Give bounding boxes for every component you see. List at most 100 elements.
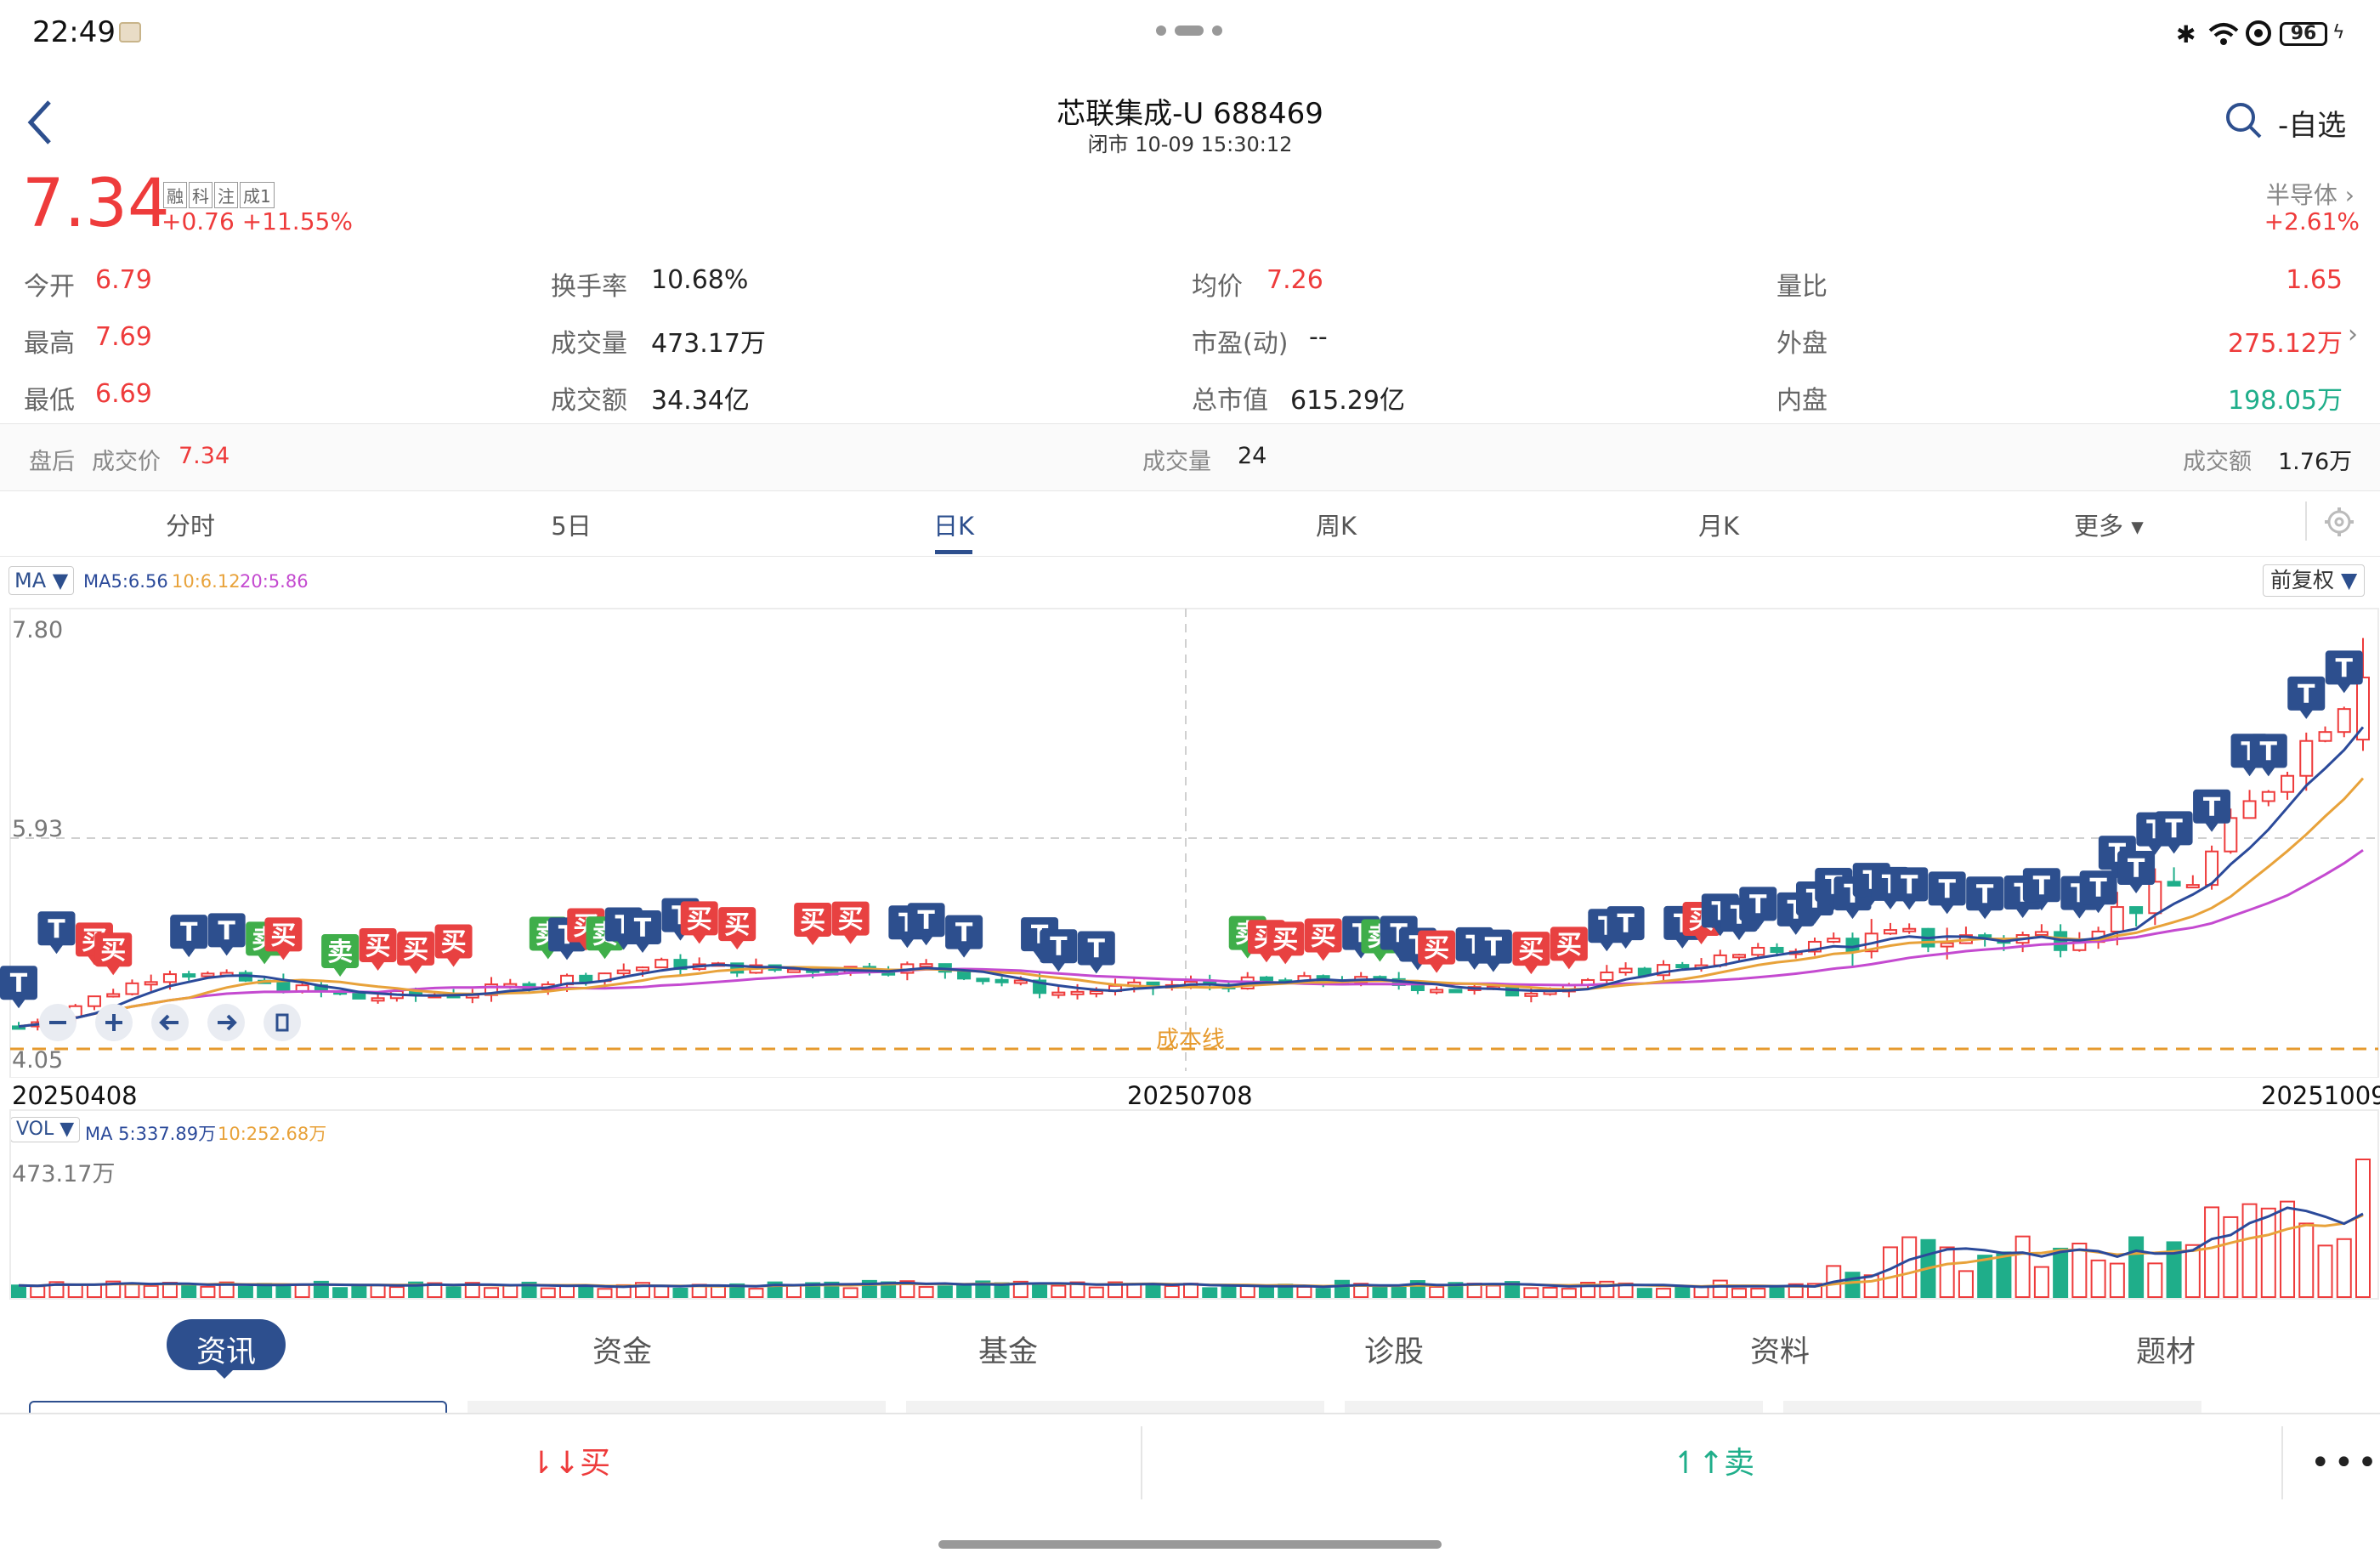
candle-body	[201, 972, 215, 978]
afterhours-amt: 1.76万	[2278, 449, 2353, 475]
buy-signal-label: 买	[1518, 935, 1544, 965]
subtab-card[interactable]	[468, 1401, 886, 1413]
t-signal-marker[interactable]: T	[2249, 734, 2287, 777]
volume-chart[interactable]: 473.17万	[0, 1108, 2380, 1302]
t-signal-marker[interactable]: T	[170, 915, 208, 958]
tab-monthly-k[interactable]: 月K	[1634, 507, 1804, 542]
volume-bar	[502, 1284, 518, 1298]
t-signal-marker[interactable]: T	[2287, 676, 2326, 719]
bluetooth-icon: ✱	[2176, 20, 2196, 48]
ma-selector[interactable]: MA ▼	[8, 566, 75, 595]
buy-signal-marker[interactable]: 买	[1550, 926, 1588, 970]
volume-bar	[540, 1287, 556, 1299]
volume-bar	[1485, 1284, 1501, 1298]
volume-bar	[1372, 1285, 1388, 1299]
candle-body	[352, 992, 366, 1000]
volume-bar	[143, 1284, 159, 1298]
buy-signal-marker[interactable]: 买	[718, 907, 756, 950]
candle-body	[2167, 881, 2181, 887]
buy-signal-marker[interactable]: 买	[831, 901, 870, 944]
t-signal-marker[interactable]: T	[1928, 871, 1966, 915]
buy-signal-marker[interactable]: 买	[1512, 932, 1550, 975]
subtab-card[interactable]	[906, 1401, 1324, 1413]
candle-body	[2261, 790, 2275, 802]
t-signal-marker[interactable]: T	[1077, 931, 1115, 974]
t-signal-marker[interactable]: T	[1966, 876, 2004, 920]
tab-diagnose[interactable]: 诊股	[1292, 1328, 1496, 1371]
tab-news[interactable]: 资讯	[124, 1328, 328, 1371]
t-signal-marker[interactable]: T	[1890, 867, 1929, 910]
tab-intraday[interactable]: 分时	[105, 507, 275, 542]
tab-fund[interactable]: 基金	[906, 1328, 1110, 1371]
buy-signal-marker[interactable]: 买	[94, 932, 133, 976]
buy-signal-marker[interactable]: 买	[1304, 918, 1342, 961]
adjust-selector[interactable]: 前复权 ▼	[2263, 564, 2366, 597]
buy-button[interactable]: ⇂↓买	[476, 1438, 663, 1482]
tab-5day[interactable]: 5日	[486, 507, 656, 542]
tab-profile[interactable]: 资料	[1678, 1328, 1882, 1371]
scroll-left-button[interactable]	[151, 1004, 189, 1041]
volume-bar	[2147, 1262, 2163, 1299]
search-icon[interactable]	[2224, 100, 2264, 141]
buy-signal-marker[interactable]: 买	[1418, 930, 1456, 973]
volume-bar	[1863, 1274, 1879, 1298]
sector-change: +2.61%	[2264, 207, 2360, 235]
zoom-in-button[interactable]	[95, 1004, 133, 1041]
tab-weekly-k[interactable]: 周K	[1251, 507, 1421, 542]
t-signal-label: T	[2165, 814, 2183, 844]
charging-icon: ϟ	[2332, 22, 2345, 43]
subtab-card[interactable]	[1783, 1401, 2202, 1413]
buy-signal-marker[interactable]: 买	[794, 902, 832, 945]
tab-theme[interactable]: 题材	[2064, 1328, 2268, 1371]
kline-chart[interactable]: 7.80 5.93 4.05 成本线 TT 买买T T 卖买卖买买买卖T买卖T T T买买…	[0, 602, 2380, 1078]
buy-signal-marker[interactable]: 买	[680, 901, 718, 944]
sector-link[interactable]: 半导体 ›	[2125, 177, 2354, 211]
candle-body	[976, 978, 990, 983]
volume-bar	[237, 1285, 253, 1298]
buy-signal-marker[interactable]: 买	[434, 924, 473, 967]
volume-bar	[842, 1287, 858, 1298]
t-signal-marker[interactable]: T	[623, 910, 661, 953]
fullscreen-button[interactable]	[264, 1004, 301, 1041]
subtab-card[interactable]	[29, 1401, 447, 1413]
buy-signal-marker[interactable]: 买	[397, 931, 435, 974]
sell-button[interactable]: ↿↑卖	[1620, 1438, 1807, 1482]
t-signal-marker[interactable]: T	[1040, 929, 1078, 972]
stat-label: 最低	[24, 386, 75, 416]
tab-daily-k[interactable]: 日K	[869, 507, 1039, 542]
back-icon[interactable]	[24, 97, 58, 148]
zoom-out-button[interactable]	[39, 1004, 76, 1041]
gear-icon[interactable]	[2324, 507, 2354, 537]
t-signal-marker[interactable]: T	[207, 913, 246, 956]
multitask-dots-icon[interactable]	[1156, 24, 1224, 37]
volume-bar	[1429, 1285, 1445, 1298]
t-signal-marker[interactable]: T	[2155, 811, 2193, 854]
watchlist-button[interactable]: -自选	[2278, 102, 2346, 144]
buy-signal-marker[interactable]: 买	[1266, 921, 1305, 965]
volume-bar	[2241, 1203, 2258, 1298]
ma5-value: MA5:6.56	[83, 571, 168, 592]
tab-funds[interactable]: 资金	[520, 1328, 724, 1371]
t-signal-label: T	[2336, 654, 2354, 683]
volume-bar	[388, 1286, 405, 1298]
stat-label: 市盈(动)	[1192, 329, 1289, 359]
t-signal-marker[interactable]: T	[1474, 929, 1512, 972]
scroll-right-button[interactable]	[207, 1004, 245, 1041]
divider	[2305, 502, 2307, 541]
buy-signal-marker[interactable]: 买	[359, 927, 397, 971]
t-signal-label: T	[1749, 890, 1767, 920]
t-signal-marker[interactable]: T	[37, 911, 76, 955]
chevron-right-icon[interactable]: ›	[2348, 320, 2358, 349]
stock-title: 芯联集成-U 688469	[1057, 97, 1323, 131]
more-options-icon[interactable]: •••	[2310, 1443, 2380, 1482]
t-signal-marker[interactable]: T	[945, 915, 983, 958]
volume-bar	[1844, 1272, 1861, 1299]
home-indicator[interactable]	[938, 1540, 1442, 1549]
sell-signal-marker[interactable]: 卖	[321, 933, 360, 977]
stat-label: 均价	[1192, 272, 1243, 302]
tag: 融	[163, 182, 187, 208]
subtab-card[interactable]	[1345, 1401, 1763, 1413]
volume-bar	[351, 1284, 367, 1298]
tab-more[interactable]: 更多 ▾	[2074, 507, 2144, 542]
t-signal-marker[interactable]: T	[0, 966, 37, 1009]
